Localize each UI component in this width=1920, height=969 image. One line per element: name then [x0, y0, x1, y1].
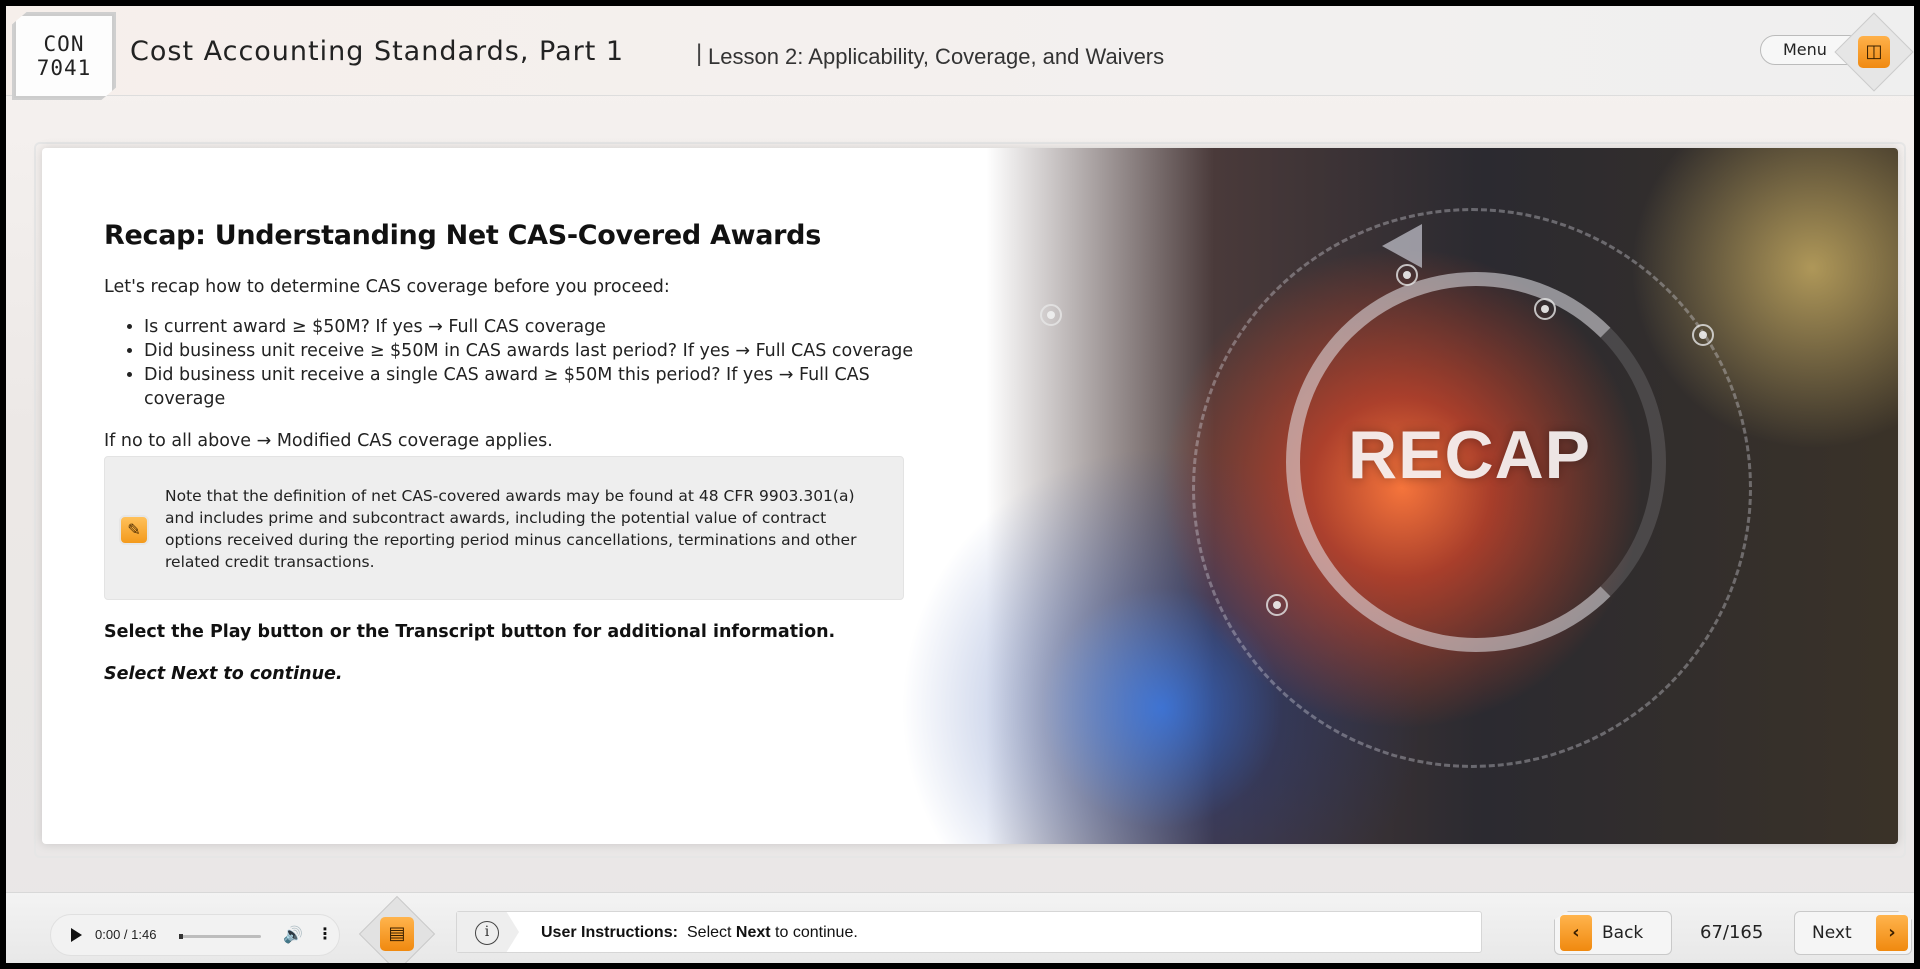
next-button-label[interactable]: Next	[1812, 923, 1852, 943]
recap-hero-image: RECAP	[862, 148, 1898, 844]
note-text: Note that the definition of net CAS-cove…	[165, 487, 857, 571]
user-instructions-bar: i User Instructions: Select Next to cont…	[456, 911, 1482, 953]
play-icon[interactable]	[71, 928, 82, 942]
hero-node-icon	[1266, 594, 1288, 616]
content-card: RECAP Recap: Understanding Net CAS-Cover…	[42, 148, 1898, 844]
transcript-icon[interactable]: ▤	[380, 917, 414, 951]
chevron-left-icon[interactable]: ‹	[1560, 915, 1592, 951]
course-code-line1: CON	[43, 32, 85, 56]
course-code-badge: CON 7041	[12, 12, 116, 100]
hero-node-icon	[1534, 298, 1556, 320]
audio-player: 0:00 / 1:46 🔊 ⋮	[50, 914, 340, 956]
hero-node-icon	[1692, 324, 1714, 346]
chevron-right-icon[interactable]: ›	[1876, 915, 1908, 951]
next-instruction: Select Next to continue.	[104, 664, 343, 684]
hero-arrow-icon	[1382, 224, 1422, 268]
lesson-text-column: Recap: Understanding Net CAS-Covered Awa…	[104, 220, 924, 451]
more-options-icon[interactable]: ⋮	[317, 924, 333, 943]
lesson-title: Lesson 2: Applicability, Coverage, and W…	[708, 44, 1165, 69]
back-button-label[interactable]: Back	[1602, 923, 1643, 943]
hero-recap-word: RECAP	[1348, 417, 1592, 493]
user-instructions-label: User Instructions:	[541, 924, 678, 941]
page-title: Recap: Understanding Net CAS-Covered Awa…	[104, 220, 821, 251]
volume-icon[interactable]: 🔊	[283, 925, 303, 944]
note-callout: ✎ Note that the definition of net CAS-co…	[104, 456, 904, 600]
menu-grid-icon[interactable]: ◫	[1858, 36, 1890, 68]
play-transcript-instruction: Select the Play button or the Transcript…	[104, 622, 836, 642]
course-code-line2: 7041	[36, 56, 92, 80]
page-indicator: 67/165	[1700, 922, 1764, 943]
list-item: Is current award ≥ $50M? If yes → Full C…	[144, 315, 924, 339]
course-title: Cost Accounting Standards, Part 1	[130, 36, 625, 67]
hero-node-icon	[1040, 304, 1062, 326]
footer-bar: 0:00 / 1:46 🔊 ⋮ ▤ i User Instructions: S…	[6, 892, 1914, 963]
app-frame: CON 7041 Cost Accounting Standards, Part…	[6, 6, 1914, 963]
list-item: Did business unit receive a single CAS a…	[144, 363, 924, 411]
audio-scrubber[interactable]	[179, 934, 261, 939]
audio-time: 0:00 / 1:46	[95, 927, 157, 942]
fallback-text: If no to all above → Modified CAS covera…	[104, 431, 553, 451]
list-item: Did business unit receive ≥ $50M in CAS …	[144, 339, 924, 363]
info-icon: i	[475, 921, 499, 945]
header-bar: CON 7041 Cost Accounting Standards, Part…	[6, 6, 1914, 100]
note-edit-icon: ✎	[119, 515, 149, 545]
hero-node-icon	[1396, 264, 1418, 286]
coverage-checklist: Is current award ≥ $50M? If yes → Full C…	[144, 315, 924, 411]
user-instructions-text: Select Next to continue.	[687, 924, 858, 941]
intro-text: Let's recap how to determine CAS coverag…	[104, 277, 670, 297]
title-separator: |	[696, 40, 703, 67]
